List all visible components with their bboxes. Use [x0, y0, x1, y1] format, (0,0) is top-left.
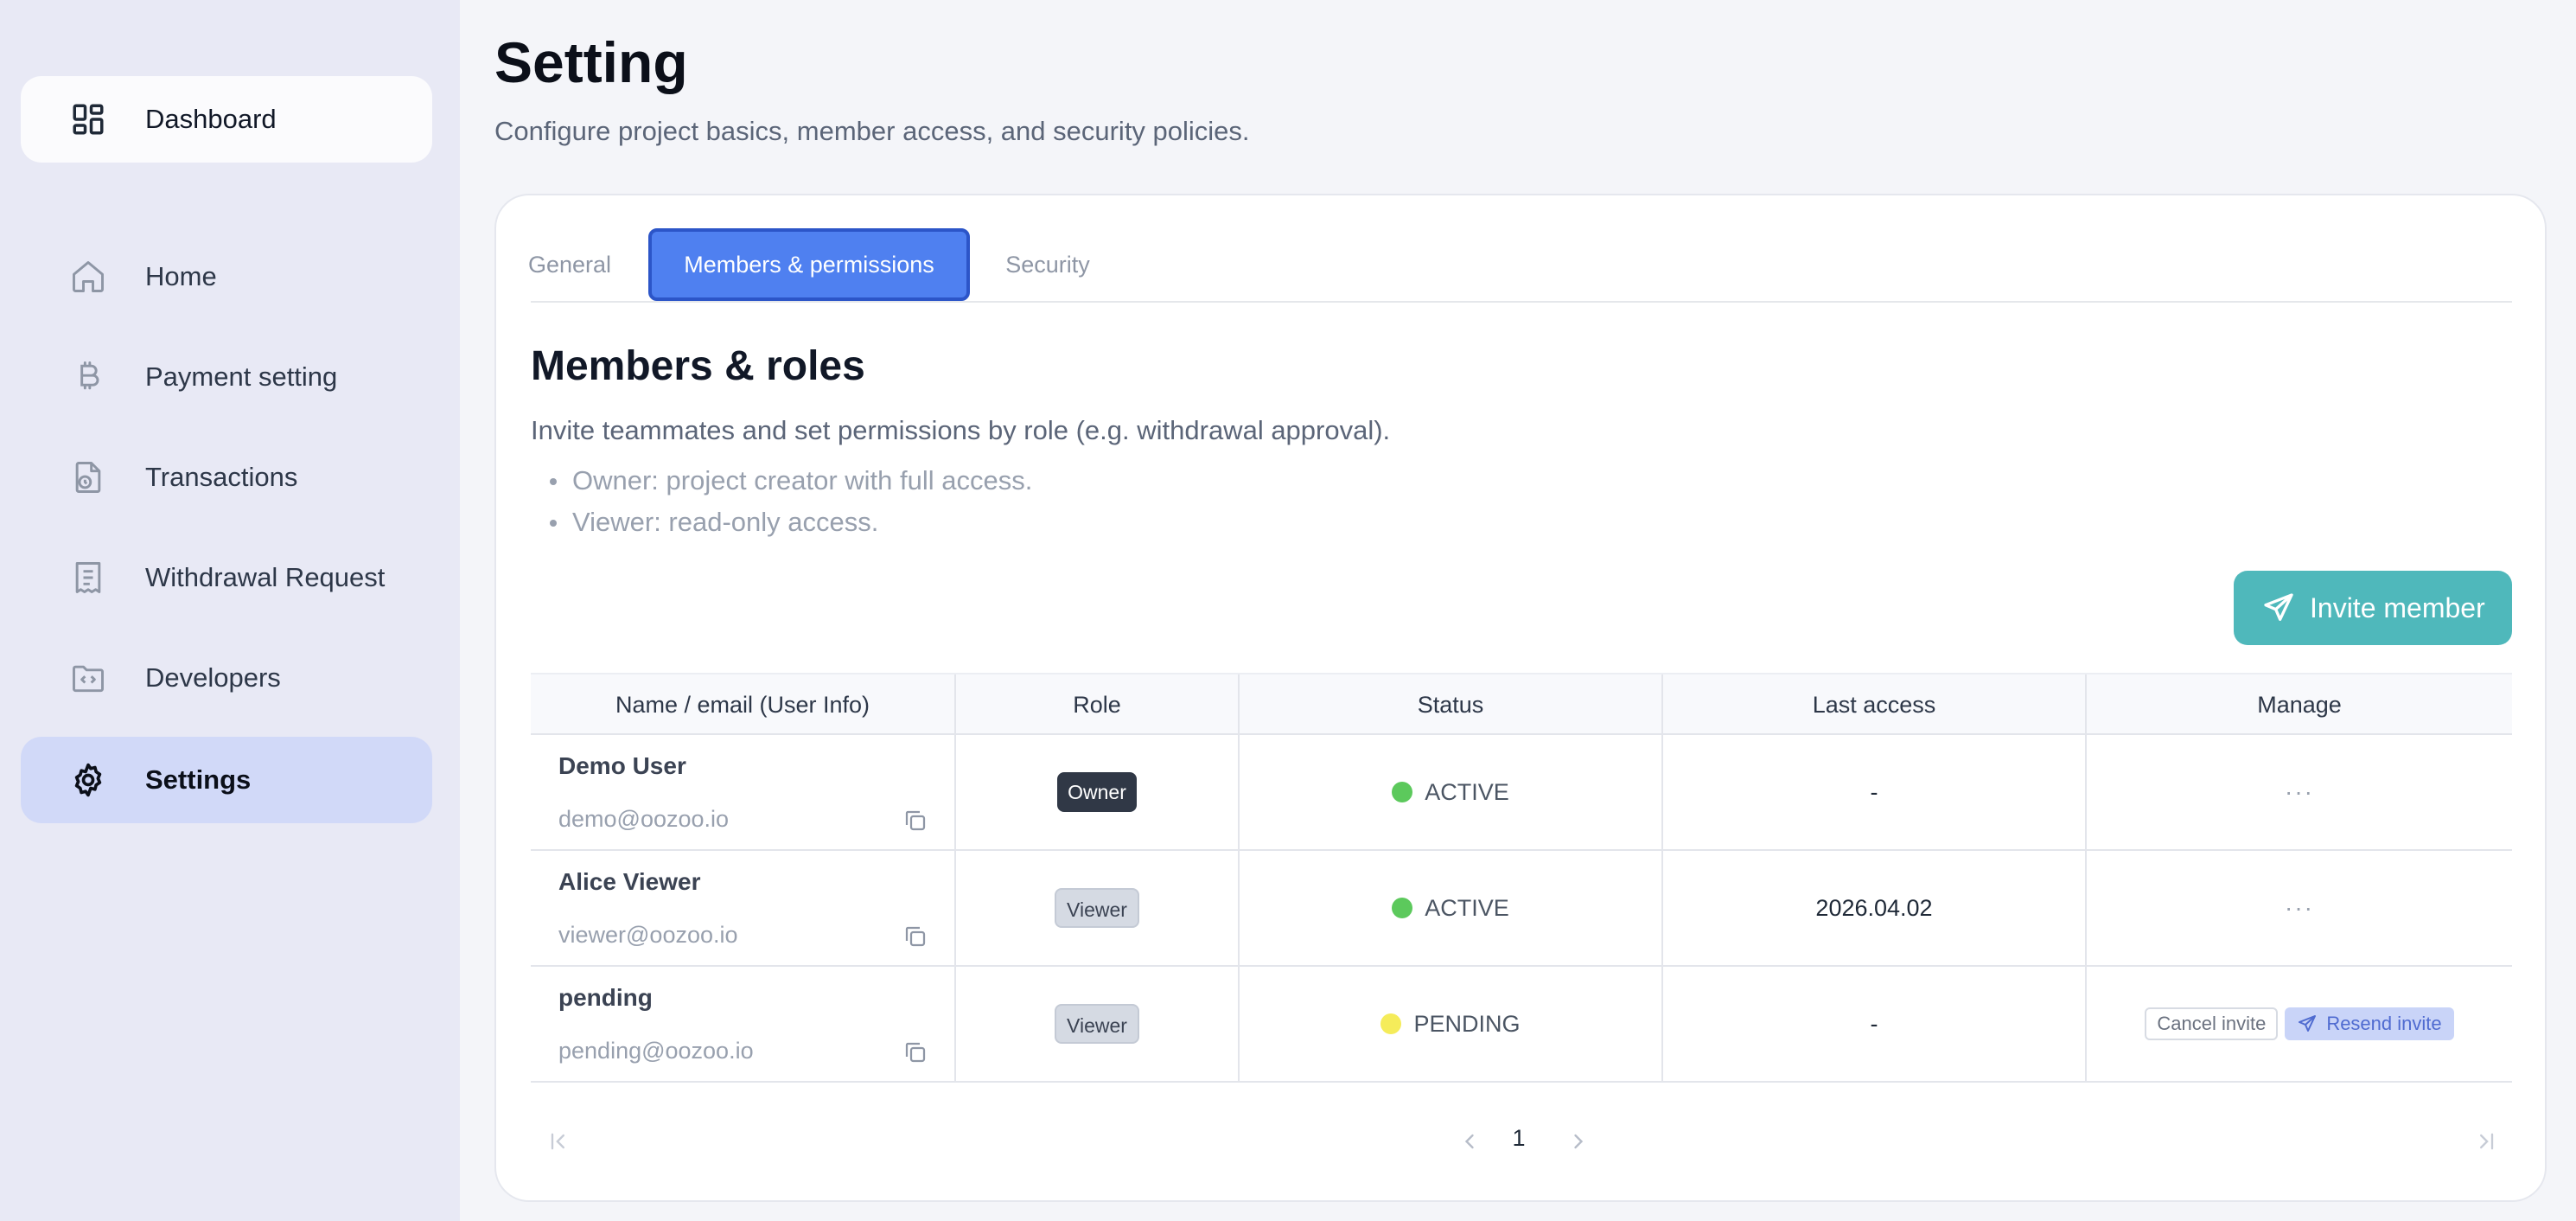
- send-icon: [2264, 593, 2293, 621]
- sidebar-item-label: Transactions: [145, 462, 298, 492]
- last-access-cell: -: [1663, 967, 2087, 1081]
- sidebar-item-payment-setting[interactable]: Payment setting: [21, 334, 432, 420]
- sidebar-item-label: Dashboard: [145, 104, 277, 134]
- column-header-role: Role: [956, 674, 1240, 735]
- sidebar-item-label: Payment setting: [145, 361, 338, 392]
- receipt-icon: [69, 559, 107, 597]
- status-badge: ACTIVE: [1392, 779, 1509, 806]
- page-title: Setting: [494, 30, 688, 94]
- role-bullet-list: Owner: project creator with full access.…: [531, 460, 1032, 543]
- sidebar-item-transactions[interactable]: Transactions: [21, 434, 432, 521]
- page-subtitle: Configure project basics, member access,…: [494, 116, 1250, 146]
- settings-card: General Members & permissions Security M…: [494, 194, 2547, 1202]
- sidebar-item-withdrawal-request[interactable]: Withdrawal Request: [21, 534, 432, 621]
- status-badge: ACTIVE: [1392, 895, 1509, 922]
- role-badge: Viewer: [1055, 888, 1139, 928]
- sidebar-item-label: Home: [145, 261, 217, 291]
- sidebar: Dashboard Home Payment setting Transacti…: [0, 0, 460, 1221]
- status-cell: ACTIVE: [1240, 851, 1663, 965]
- user-name: pending: [558, 984, 653, 1011]
- tab-security[interactable]: Security: [994, 228, 1101, 301]
- section-title: Members & roles: [531, 343, 865, 389]
- status-dot-icon: [1380, 1013, 1402, 1034]
- copy-icon[interactable]: [902, 1039, 928, 1070]
- previous-page-icon[interactable]: [1457, 1129, 1482, 1158]
- invite-member-button[interactable]: Invite member: [2234, 571, 2512, 645]
- status-cell: ACTIVE: [1240, 735, 1663, 849]
- table-row: pending pending@oozoo.io Viewer PENDING …: [531, 967, 2512, 1083]
- tab-members-permissions[interactable]: Members & permissions: [648, 228, 970, 301]
- document-clock-icon: [69, 458, 107, 496]
- user-email: pending@oozoo.io: [558, 1038, 754, 1064]
- role-badge: Owner: [1057, 772, 1137, 812]
- sidebar-item-label: Withdrawal Request: [145, 562, 386, 592]
- user-name: Alice Viewer: [558, 868, 701, 895]
- sidebar-item-label: Developers: [145, 662, 281, 693]
- bitcoin-icon: [69, 358, 107, 396]
- cancel-invite-button[interactable]: Cancel invite: [2145, 1007, 2279, 1040]
- last-access-value: 2026.04.02: [1815, 894, 1933, 921]
- tab-bar: General Members & permissions Security: [528, 228, 2512, 303]
- role-cell: Owner: [956, 735, 1240, 849]
- resend-invite-button[interactable]: Resend invite: [2285, 1007, 2454, 1040]
- tab-general[interactable]: General: [528, 228, 611, 301]
- column-header-name: Name / email (User Info): [531, 674, 956, 735]
- user-info-cell: pending pending@oozoo.io: [531, 967, 956, 1081]
- user-name: Demo User: [558, 752, 686, 779]
- last-page-icon[interactable]: [2474, 1129, 2498, 1158]
- status-text: ACTIVE: [1425, 894, 1509, 921]
- role-cell: Viewer: [956, 851, 1240, 965]
- sidebar-item-developers[interactable]: Developers: [21, 635, 432, 721]
- sidebar-item-dashboard[interactable]: Dashboard: [21, 76, 432, 163]
- status-dot-icon: [1392, 782, 1413, 802]
- list-item: Owner: project creator with full access.: [531, 460, 1032, 502]
- send-icon: [2299, 1015, 2317, 1032]
- resend-invite-label: Resend invite: [2326, 1013, 2442, 1034]
- status-text: PENDING: [1413, 1010, 1521, 1037]
- gear-icon: [69, 761, 107, 799]
- status-badge: PENDING: [1380, 1010, 1521, 1038]
- last-access-value: -: [1870, 1010, 1878, 1037]
- manage-cell: Cancel invite Resend invite: [2087, 967, 2512, 1081]
- manage-cell: ···: [2087, 735, 2512, 849]
- user-info-cell: Alice Viewer viewer@oozoo.io: [531, 851, 956, 965]
- table-row: Alice Viewer viewer@oozoo.io Viewer ACTI…: [531, 851, 2512, 967]
- user-email: demo@oozoo.io: [558, 806, 730, 832]
- role-cell: Viewer: [956, 967, 1240, 1081]
- last-access-cell: -: [1663, 735, 2087, 849]
- manage-cell: ···: [2087, 851, 2512, 965]
- home-icon: [69, 258, 107, 296]
- more-options-icon[interactable]: ···: [2285, 778, 2314, 806]
- sidebar-item-home[interactable]: Home: [21, 233, 432, 320]
- sidebar-item-label: Settings: [145, 764, 252, 795]
- list-item: Viewer: read-only access.: [531, 502, 1032, 543]
- current-page-number[interactable]: 1: [1490, 1121, 1547, 1155]
- last-access-value: -: [1870, 778, 1878, 805]
- status-cell: PENDING: [1240, 967, 1663, 1081]
- code-folder-icon: [69, 659, 107, 697]
- more-options-icon[interactable]: ···: [2285, 894, 2314, 922]
- table-header: Name / email (User Info) Role Status Las…: [531, 673, 2512, 735]
- user-info-cell: Demo User demo@oozoo.io: [531, 735, 956, 849]
- column-header-manage: Manage: [2257, 691, 2342, 718]
- dashboard-grid-icon: [69, 100, 107, 138]
- status-text: ACTIVE: [1425, 778, 1509, 805]
- status-dot-icon: [1392, 898, 1413, 918]
- role-badge: Viewer: [1055, 1004, 1139, 1044]
- copy-icon[interactable]: [902, 924, 928, 954]
- last-access-cell: 2026.04.02: [1663, 851, 2087, 965]
- sidebar-item-settings[interactable]: Settings: [21, 737, 432, 823]
- copy-icon[interactable]: [902, 808, 928, 838]
- first-page-icon[interactable]: [546, 1129, 571, 1158]
- invite-member-label: Invite member: [2310, 591, 2485, 623]
- user-email: viewer@oozoo.io: [558, 922, 738, 948]
- section-description: Invite teammates and set permissions by …: [531, 415, 1391, 445]
- column-header-status: Status: [1240, 674, 1663, 735]
- column-header-last-access: Last access: [1663, 674, 2087, 735]
- next-page-icon[interactable]: [1566, 1129, 1591, 1158]
- table-row: Demo User demo@oozoo.io Owner ACTIVE - ·…: [531, 735, 2512, 851]
